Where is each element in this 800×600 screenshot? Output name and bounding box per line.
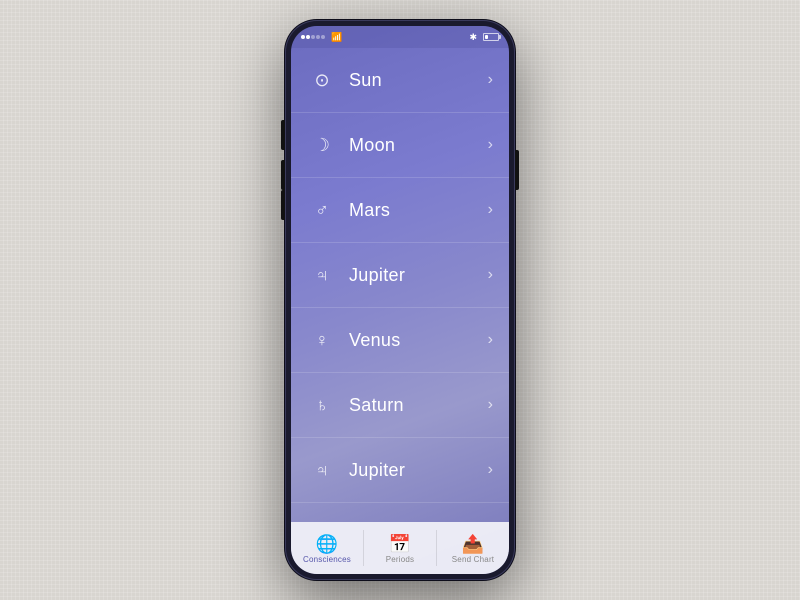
planet-name-jupiter2: Jupiter (337, 460, 488, 481)
phone-screen: 📶 ✱ ⊙ Sun › ☽ Moon › ♂ Mars › (291, 26, 509, 574)
phone-device: 📶 ✱ ⊙ Sun › ☽ Moon › ♂ Mars › (285, 20, 515, 580)
chevron-icon-jupiter1: › (488, 266, 493, 284)
planet-list: ⊙ Sun › ☽ Moon › ♂ Mars › ♃ Jupiter › ♀ … (291, 48, 509, 522)
chevron-icon-mars: › (488, 201, 493, 219)
planet-symbol-saturn: ♄ (307, 395, 337, 416)
planet-item-mars[interactable]: ♂ Mars › (291, 178, 509, 243)
status-bar: 📶 ✱ (291, 26, 509, 48)
planet-item-jupiter2[interactable]: ♃ Jupiter › (291, 438, 509, 503)
planet-symbol-sun: ⊙ (307, 70, 337, 91)
tab-label-send-chart: Send Chart (452, 555, 494, 564)
planet-item-sun[interactable]: ⊙ Sun › (291, 48, 509, 113)
chevron-icon-jupiter2: › (488, 461, 493, 479)
planet-name-moon: Moon (337, 135, 488, 156)
tab-label-periods: Periods (386, 555, 415, 564)
planet-name-venus: Venus (337, 330, 488, 351)
tab-periods[interactable]: 📅 Periods (364, 522, 436, 574)
battery-icon (483, 33, 499, 41)
planet-symbol-jupiter1: ♃ (307, 265, 337, 286)
planet-item-moon[interactable]: ☽ Moon › (291, 113, 509, 178)
planet-symbol-mars: ♂ (307, 200, 337, 221)
planet-item-saturn[interactable]: ♄ Saturn › (291, 373, 509, 438)
planet-name-jupiter1: Jupiter (337, 265, 488, 286)
tab-bar: 🌐 Consciences 📅 Periods 📤 Send Chart (291, 522, 509, 574)
chevron-icon-saturn: › (488, 396, 493, 414)
signal-icon (301, 35, 325, 39)
planet-symbol-moon: ☽ (307, 135, 337, 156)
tab-icon-send-chart: 📤 (462, 535, 484, 553)
status-left: 📶 (301, 32, 342, 43)
tab-icon-periods: 📅 (389, 535, 411, 553)
tab-consciences[interactable]: 🌐 Consciences (291, 522, 363, 574)
planet-symbol-jupiter2: ♃ (307, 460, 337, 481)
planet-item-jupiter1[interactable]: ♃ Jupiter › (291, 243, 509, 308)
wifi-icon: 📶 (331, 32, 342, 43)
bluetooth-icon: ✱ (469, 32, 477, 43)
battery-fill (485, 35, 488, 39)
tab-send-chart[interactable]: 📤 Send Chart (437, 522, 509, 574)
status-right: ✱ (469, 32, 499, 43)
planet-symbol-venus: ♀ (307, 330, 337, 351)
planet-item-venus[interactable]: ♀ Venus › (291, 308, 509, 373)
planet-name-sun: Sun (337, 70, 488, 91)
planet-name-mars: Mars (337, 200, 488, 221)
chevron-icon-moon: › (488, 136, 493, 154)
tab-label-consciences: Consciences (303, 555, 351, 564)
chevron-icon-sun: › (488, 71, 493, 89)
tab-icon-consciences: 🌐 (316, 535, 338, 553)
planet-name-saturn: Saturn (337, 395, 488, 416)
chevron-icon-venus: › (488, 331, 493, 349)
